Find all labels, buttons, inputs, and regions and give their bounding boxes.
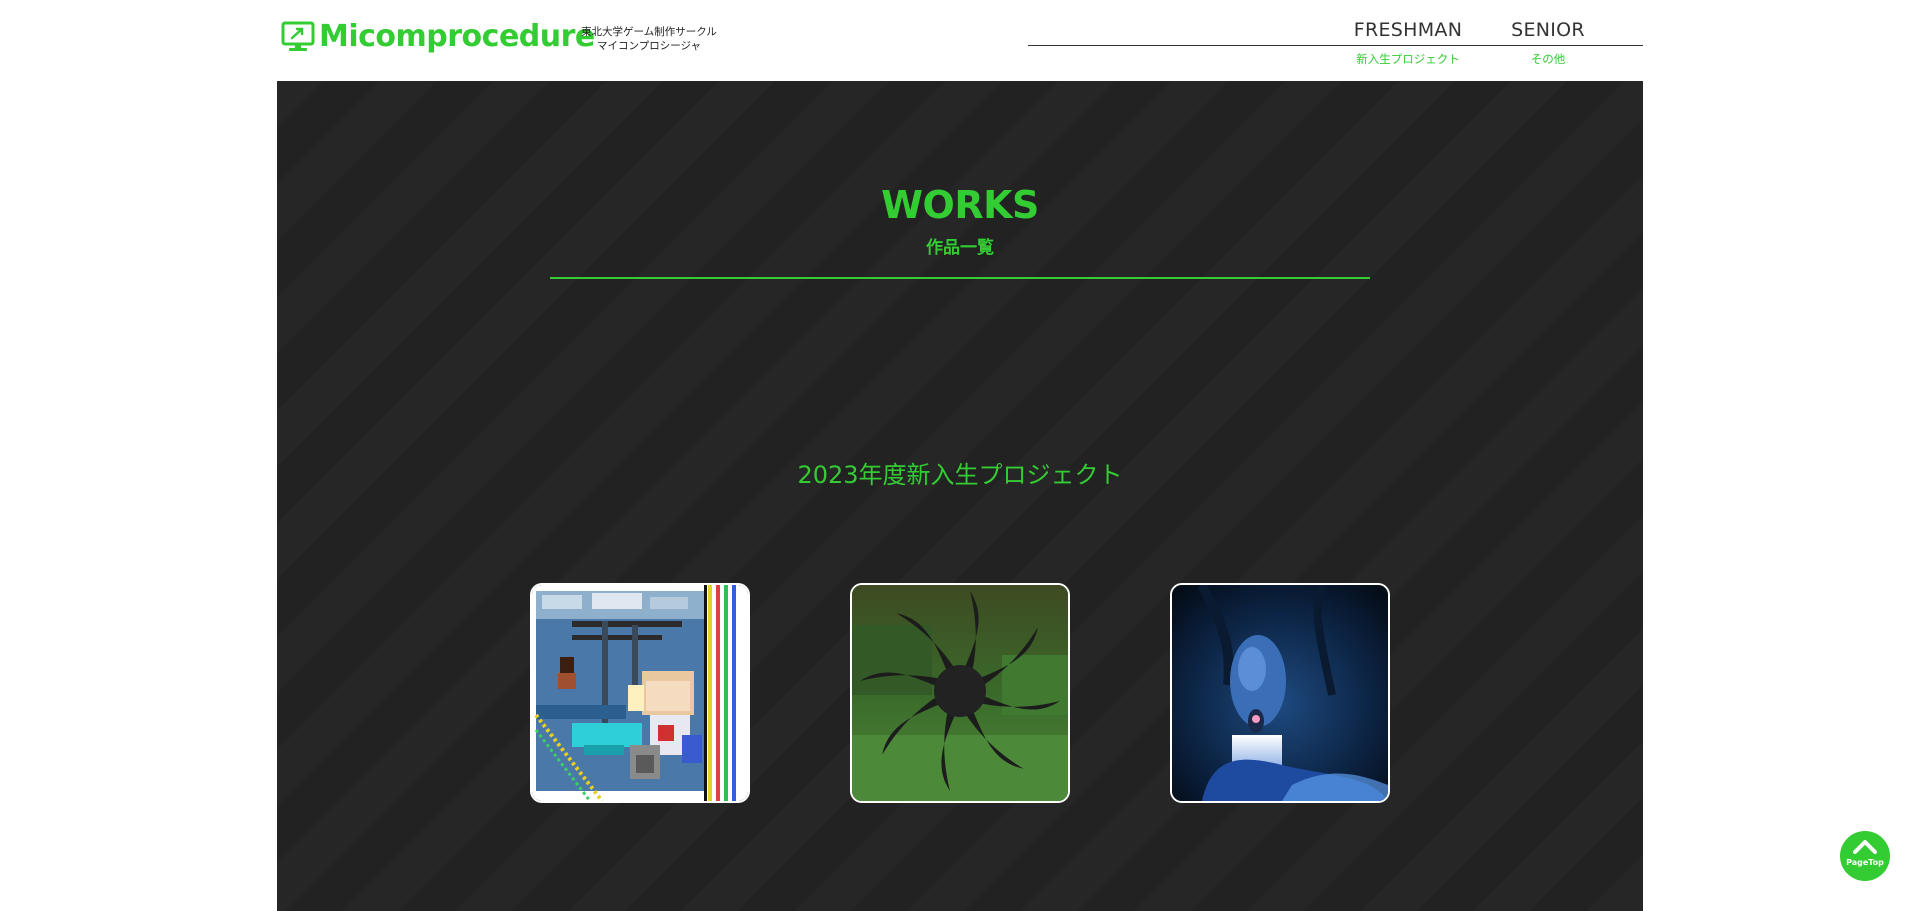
work-card-1[interactable] bbox=[530, 583, 750, 803]
title-divider bbox=[550, 277, 1370, 279]
nav-item-senior[interactable]: SENIOR その他 bbox=[1498, 18, 1598, 66]
site-logo[interactable]: Micomprocedure bbox=[281, 20, 595, 54]
main-nav: FRESHMAN 新入生プロジェクト SENIOR その他 bbox=[1028, 18, 1643, 78]
logo-subtitle-line2: マイコンプロシージャ bbox=[597, 40, 701, 52]
page-top-label: PageTop bbox=[1846, 858, 1884, 867]
section-heading: 2023年度新入生プロジェクト bbox=[797, 461, 1123, 489]
pixel-art-game-thumbnail bbox=[532, 585, 748, 801]
dark-spiral-game-thumbnail bbox=[852, 585, 1068, 801]
nav-item-freshman-label: FRESHMAN bbox=[1353, 19, 1463, 41]
page: Micomprocedure 東北大学ゲーム制作サークル マイコンプロシージャ … bbox=[0, 0, 1920, 911]
logo-subtitle: 東北大学ゲーム制作サークル マイコンプロシージャ bbox=[579, 25, 719, 53]
logo-wordmark: Micomprocedure bbox=[319, 19, 595, 54]
page-subtitle: 作品一覧 bbox=[926, 238, 994, 258]
work-card-2[interactable] bbox=[850, 583, 1070, 803]
nav-item-senior-sublabel: その他 bbox=[1530, 52, 1566, 66]
nav-item-senior-label: SENIOR bbox=[1511, 19, 1585, 41]
chevron-up-icon bbox=[1853, 840, 1877, 854]
logo-subtitle-line1: 東北大学ゲーム制作サークル bbox=[581, 26, 717, 38]
work-card-3[interactable] bbox=[1170, 583, 1390, 803]
nav-item-freshman[interactable]: FRESHMAN 新入生プロジェクト bbox=[1338, 18, 1478, 66]
site-header: Micomprocedure 東北大学ゲーム制作サークル マイコンプロシージャ … bbox=[277, 0, 1643, 81]
page-title: WORKS bbox=[881, 183, 1039, 227]
page-top-button[interactable]: PageTop bbox=[1840, 831, 1890, 881]
works-section: WORKS 作品一覧 2023年度新入生プロジェクト bbox=[277, 81, 1643, 911]
nav-item-freshman-sublabel: 新入生プロジェクト bbox=[1356, 52, 1460, 66]
blue-creature-game-thumbnail bbox=[1172, 585, 1388, 801]
monitor-logo-icon bbox=[281, 21, 315, 51]
